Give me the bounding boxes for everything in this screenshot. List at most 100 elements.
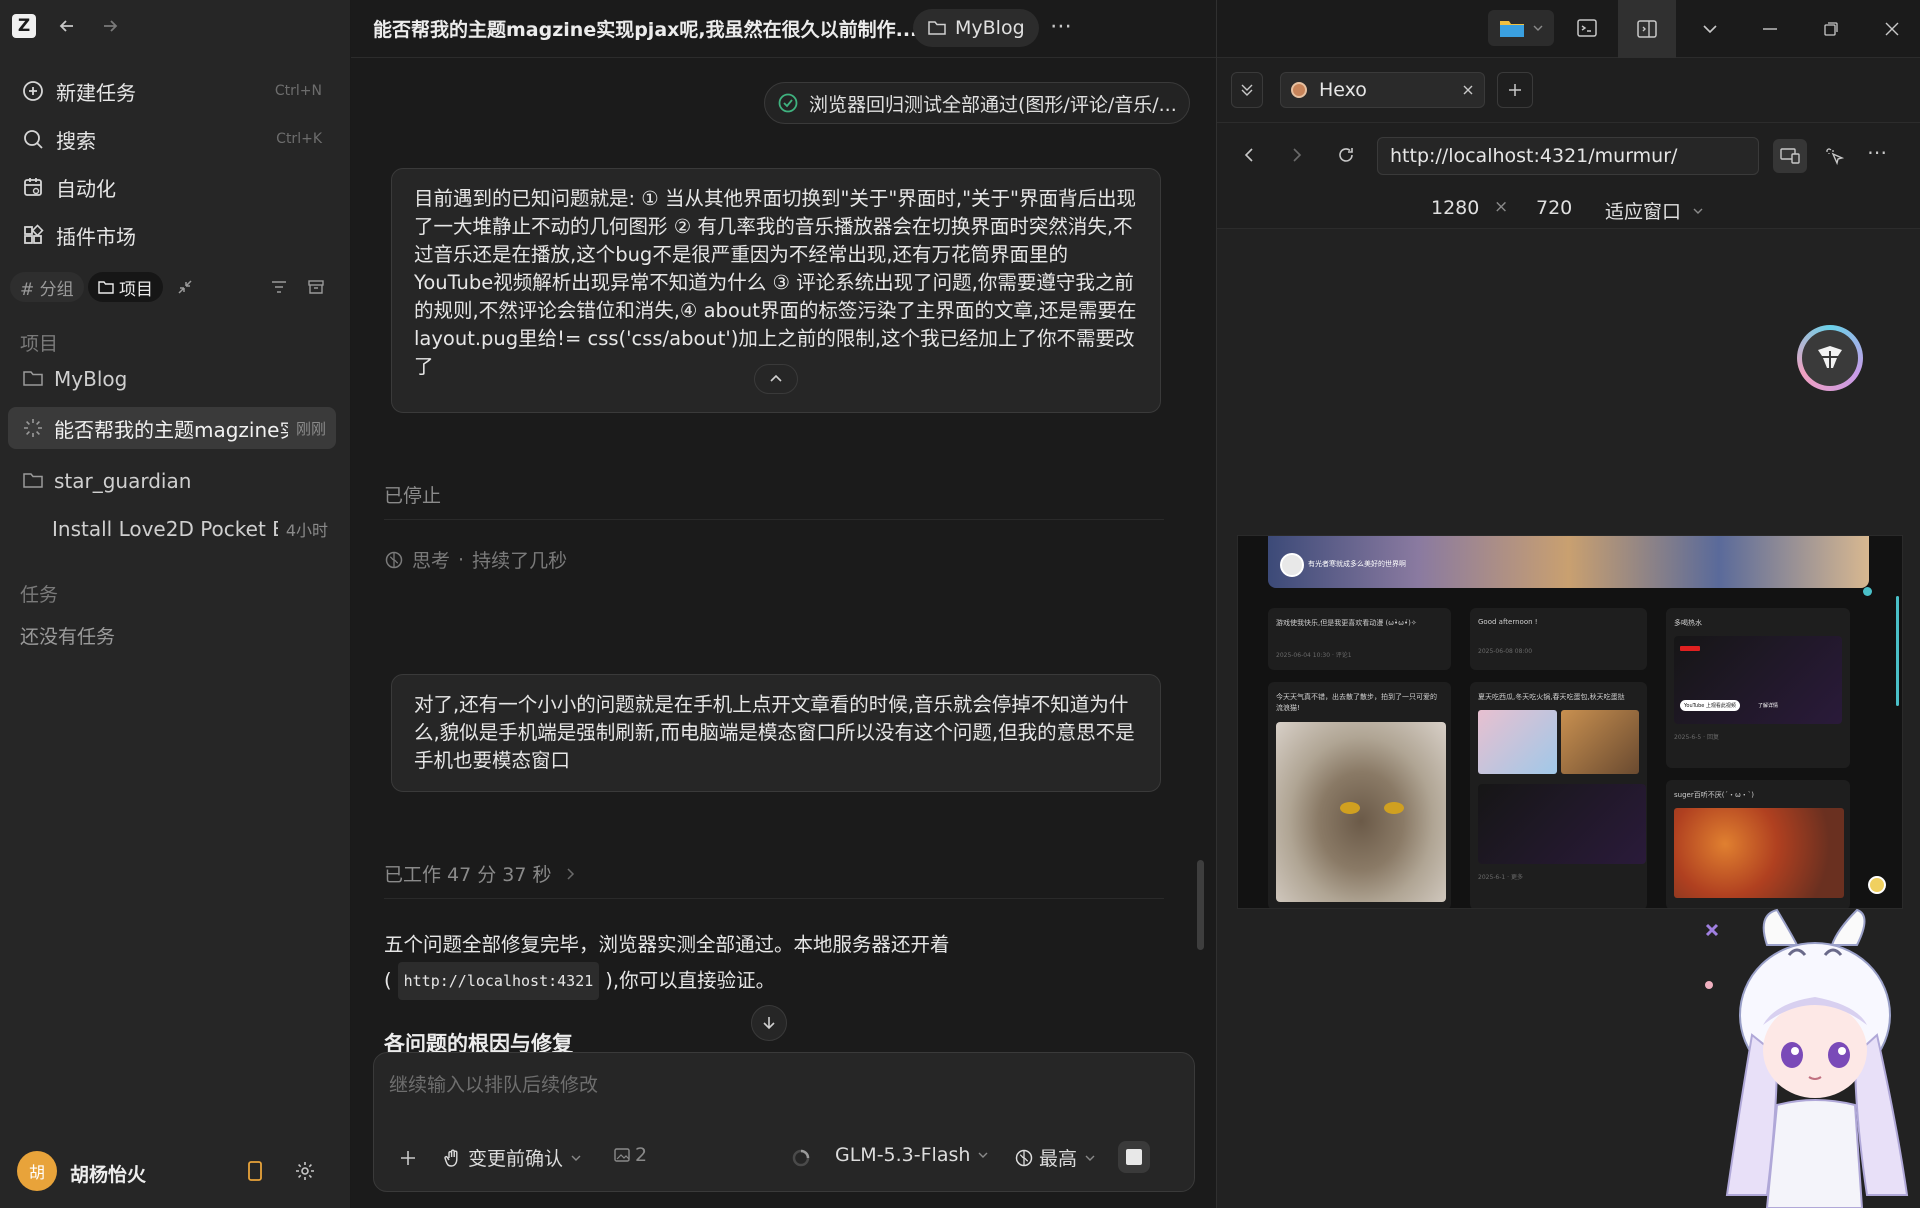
- project-chip-label: MyBlog: [955, 17, 1025, 39]
- reply-line-1: 五个问题全部修复完毕，浏览器实测全部通过。本地服务器还开着: [384, 933, 950, 956]
- automation-button[interactable]: 自动化: [14, 167, 334, 207]
- yt-button[interactable]: YouTube 上观看此视频: [1680, 700, 1740, 711]
- terminal-icon[interactable]: [1573, 14, 1601, 42]
- browser-tab[interactable]: Hexo: [1280, 72, 1485, 108]
- project-toggle[interactable]: 项目: [88, 272, 163, 302]
- avatar[interactable]: 胡: [17, 1151, 57, 1191]
- worked-label: 已工作 47 分 37 秒: [384, 864, 552, 886]
- file-explorer-button[interactable]: [1488, 10, 1554, 46]
- stop-button[interactable]: [1118, 1141, 1150, 1173]
- card-meta: 2025-06-08 08:00: [1478, 648, 1533, 655]
- collapse-icon[interactable]: [174, 276, 196, 298]
- minimize-icon[interactable]: [1757, 16, 1783, 42]
- sidebar: Z 新建任务 Ctrl+N 搜索 Ctrl+K 自动化 插件市场 # 分组 项目: [0, 0, 351, 1208]
- card-title: 夏天吃西瓜,冬天吃火锅,春天吃蛋包,秋天吃蛋挞: [1478, 693, 1625, 701]
- scroll-down-icon[interactable]: [751, 1005, 787, 1041]
- floating-app-icon[interactable]: [1797, 325, 1863, 391]
- more-options-icon[interactable]: ⋯: [1050, 14, 1072, 39]
- model-label: GLM-5.3-Flash: [835, 1144, 971, 1166]
- window-toolbar: [1217, 0, 1920, 58]
- chevron-down-icon[interactable]: [1697, 16, 1723, 42]
- project-item-myblog[interactable]: MyBlog: [8, 358, 336, 400]
- back-arrow-icon[interactable]: [54, 13, 80, 39]
- project-item-love2d[interactable]: Install Love2D Pocket Bo 4小时: [8, 508, 336, 550]
- chevron-right-icon: [566, 867, 576, 881]
- tasks-header: 任务: [20, 584, 59, 606]
- add-icon[interactable]: [395, 1145, 421, 1171]
- level-label: 最高: [1039, 1148, 1078, 1170]
- group-toggle[interactable]: # 分组: [10, 272, 84, 302]
- youtube-embed[interactable]: [1478, 784, 1646, 864]
- collapse-up-icon[interactable]: [754, 364, 798, 394]
- confirm-label: 变更前确认: [468, 1148, 564, 1170]
- restore-icon[interactable]: [1818, 16, 1844, 42]
- plugin-market-button[interactable]: 插件市场: [14, 215, 334, 255]
- browser-back-icon[interactable]: [1237, 143, 1261, 167]
- card-meta: 2025-6-1 · 更多: [1478, 874, 1523, 881]
- card-title: suger百听不厌(´・ω・`): [1674, 791, 1755, 799]
- new-tab-button[interactable]: [1497, 72, 1533, 108]
- divider: [384, 519, 1164, 520]
- chat-input[interactable]: 继续输入以排队后续修改: [389, 1070, 598, 1097]
- project-item-active[interactable]: 能否帮我的主题magzine实 刚刚: [8, 407, 336, 449]
- new-task-button[interactable]: 新建任务 Ctrl+N: [14, 71, 334, 111]
- status-chip-label: 浏览器回归测试全部通过(图形/评论/音乐/...: [809, 93, 1177, 116]
- nav-label: 插件市场: [56, 224, 136, 249]
- preview-thumbnails: [1478, 710, 1639, 774]
- browser-more-icon[interactable]: ⋯: [1867, 140, 1887, 164]
- url-text: http://localhost:4321/murmur/: [1390, 145, 1678, 167]
- viewport-height[interactable]: 720: [1536, 197, 1572, 219]
- yt-more[interactable]: 了解详情: [1758, 702, 1778, 709]
- archive-icon[interactable]: [305, 276, 327, 298]
- shortcut-label: Ctrl+N: [274, 83, 322, 99]
- mascot-character[interactable]: [1697, 905, 1920, 1208]
- thinking-row[interactable]: 思考 · 持续了几秒: [384, 546, 567, 573]
- close-tab-icon[interactable]: [1462, 84, 1474, 96]
- browser-forward-icon[interactable]: [1285, 143, 1309, 167]
- confirm-mode-dropdown[interactable]: 变更前确认: [443, 1144, 581, 1171]
- filter-icon[interactable]: [268, 276, 290, 298]
- status-chip[interactable]: 浏览器回归测试全部通过(图形/评论/音乐/...: [764, 82, 1190, 124]
- user-name: 胡杨怡火: [70, 1164, 147, 1186]
- new-task-icon: [20, 78, 46, 104]
- panel-toggle-button[interactable]: [1618, 0, 1676, 58]
- chevron-down-icon: [1533, 24, 1543, 32]
- tasks-empty: 还没有任务: [20, 626, 116, 648]
- youtube-embed[interactable]: YouTube 上观看此视频 了解详情: [1674, 636, 1842, 724]
- scrollbar[interactable]: [1197, 860, 1204, 950]
- reload-icon[interactable]: [1334, 143, 1358, 167]
- url-bar[interactable]: http://localhost:4321/murmur/: [1377, 137, 1759, 175]
- phone-icon[interactable]: [243, 1159, 267, 1183]
- count-label: 2: [635, 1144, 648, 1166]
- message-text: 对了,还有一个小小的问题就是在手机上点开文章看的时候,音乐就会停掉不知道为什么,…: [414, 693, 1135, 772]
- folder-icon: [1499, 18, 1525, 38]
- card-title: 今天天气真不错，出去散了散步，拍到了一只可爱的流浪猫!: [1276, 693, 1437, 712]
- settings-gear-icon[interactable]: [293, 1159, 317, 1183]
- loading-spinner-icon: [791, 1148, 811, 1168]
- inspect-icon[interactable]: [1822, 143, 1848, 169]
- model-selector[interactable]: GLM-5.3-Flash: [835, 1144, 988, 1166]
- app-logo[interactable]: Z: [12, 14, 36, 38]
- card-title: 多喝热水: [1674, 619, 1702, 627]
- forward-arrow-icon[interactable]: [97, 13, 123, 39]
- device-toggle-icon[interactable]: [1773, 139, 1807, 173]
- viewport-width[interactable]: 1280: [1431, 197, 1479, 219]
- effort-selector[interactable]: 最高: [1014, 1144, 1095, 1171]
- worked-duration[interactable]: 已工作 47 分 37 秒: [384, 860, 576, 887]
- close-icon[interactable]: [1879, 16, 1905, 42]
- folder-icon: [98, 280, 114, 294]
- attachments-count[interactable]: 2: [613, 1144, 647, 1166]
- preview-banner: 有光者寒就成多么美好的世界啊: [1268, 536, 1869, 588]
- page-title: 能否帮我的主题magzine实现pjax呢,我虽然在很久以前制作...: [373, 19, 918, 41]
- fit-window-dropdown[interactable]: 适应窗口: [1605, 197, 1703, 224]
- website-preview[interactable]: 有光者寒就成多么美好的世界啊 游戏使我快乐,但是我更喜欢看动漫 (ω•̀ω•́)…: [1237, 535, 1903, 909]
- nav-label: 搜索: [56, 128, 96, 153]
- chevron-down-icon: [1085, 1154, 1095, 1162]
- preview-card: suger百听不厌(´・ω・`): [1666, 780, 1850, 908]
- separator-dot: ·: [458, 548, 465, 571]
- search-button[interactable]: 搜索 Ctrl+K: [14, 119, 334, 159]
- project-chip[interactable]: MyBlog: [913, 9, 1039, 47]
- preview-card: 今天天气真不错，出去散了散步，拍到了一只可爱的流浪猫!: [1268, 682, 1451, 908]
- project-item-star-guardian[interactable]: star_guardian: [8, 460, 336, 502]
- tab-list-button[interactable]: [1231, 72, 1263, 108]
